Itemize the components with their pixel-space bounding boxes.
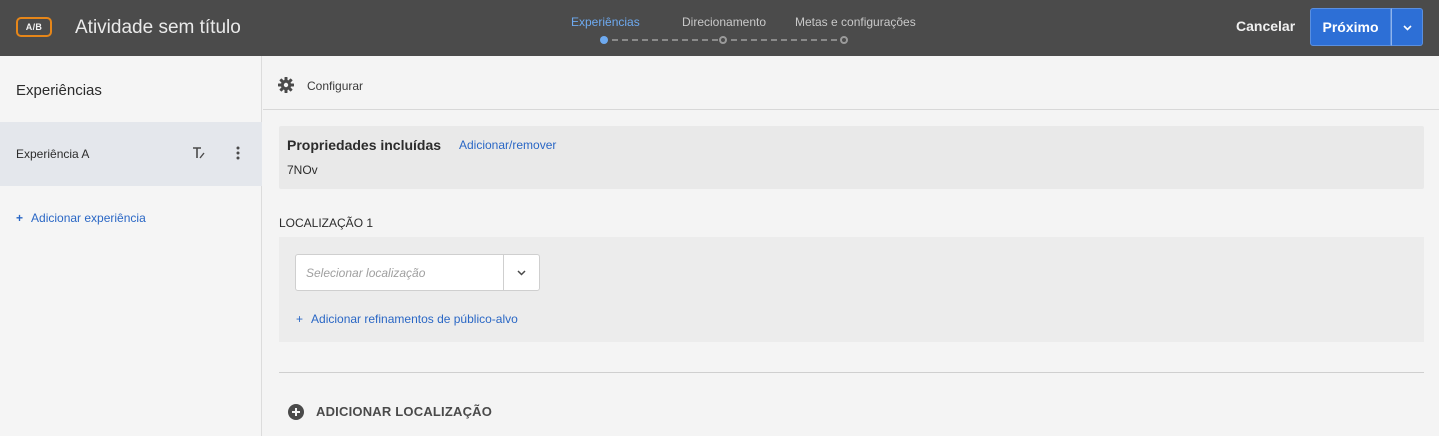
rename-icon[interactable] — [192, 146, 206, 160]
add-experience-label: Adicionar experiência — [31, 211, 146, 225]
more-options-icon[interactable] — [235, 146, 241, 160]
add-circle-icon — [288, 404, 304, 420]
activity-title[interactable]: Atividade sem título — [75, 17, 241, 39]
property-value: 7NOv — [287, 163, 318, 177]
step-goals-settings[interactable]: Metas e configurações — [795, 15, 916, 29]
sidebar-title: Experiências — [16, 82, 102, 99]
configure-label: Configurar — [307, 79, 364, 93]
cancel-button[interactable]: Cancelar — [1236, 18, 1295, 34]
location-select-placeholder: Selecionar localização — [306, 266, 426, 280]
step-experiences[interactable]: Experiências — [571, 15, 640, 29]
step-dot-experiences — [600, 36, 608, 44]
add-audience-refinements-label: Adicionar refinamentos de público-alvo — [311, 312, 518, 326]
plus-icon: + — [16, 211, 24, 225]
included-properties-panel: Propriedades incluídas Adicionar/remover… — [279, 126, 1424, 189]
chevron-down-icon — [517, 270, 526, 276]
main-content: Configurar Propriedades incluídas Adicio… — [263, 56, 1439, 436]
add-audience-refinements-link[interactable]: + Adicionar refinamentos de público-alvo — [296, 312, 518, 326]
configure-row[interactable]: Configurar — [263, 56, 1439, 110]
ab-activity-badge: A/B — [16, 17, 52, 37]
experience-label: Experiência A — [16, 147, 90, 161]
top-bar: A/B Atividade sem título Experiências Di… — [0, 0, 1439, 56]
gear-icon — [278, 77, 294, 93]
add-experience-link[interactable]: + Adicionar experiência — [16, 211, 146, 225]
step-dot-targeting — [719, 36, 727, 44]
location-dropdown-button[interactable] — [503, 255, 539, 290]
location-select[interactable]: Selecionar localização — [295, 254, 540, 291]
included-properties-title: Propriedades incluídas — [287, 137, 442, 153]
chevron-down-icon — [1403, 25, 1412, 31]
step-connector — [731, 39, 837, 41]
step-dot-goals-settings — [840, 36, 848, 44]
location-1-panel: Selecionar localização + Adicionar refina… — [279, 237, 1424, 342]
next-button[interactable]: Próximo — [1310, 8, 1391, 46]
section-divider — [279, 372, 1424, 373]
experiences-sidebar: Experiências Experiência A + Adicionar ex… — [0, 56, 262, 436]
step-connector — [612, 39, 718, 41]
next-options-button[interactable] — [1391, 8, 1423, 46]
plus-icon: + — [296, 312, 304, 326]
add-remove-properties-link[interactable]: Adicionar/remover — [459, 138, 556, 152]
add-location-label: ADICIONAR LOCALIZAÇÃO — [316, 404, 493, 419]
location-1-label: LOCALIZAÇÃO 1 — [279, 216, 374, 230]
experience-item-a[interactable]: Experiência A — [0, 122, 262, 186]
step-targeting[interactable]: Direcionamento — [682, 15, 766, 29]
